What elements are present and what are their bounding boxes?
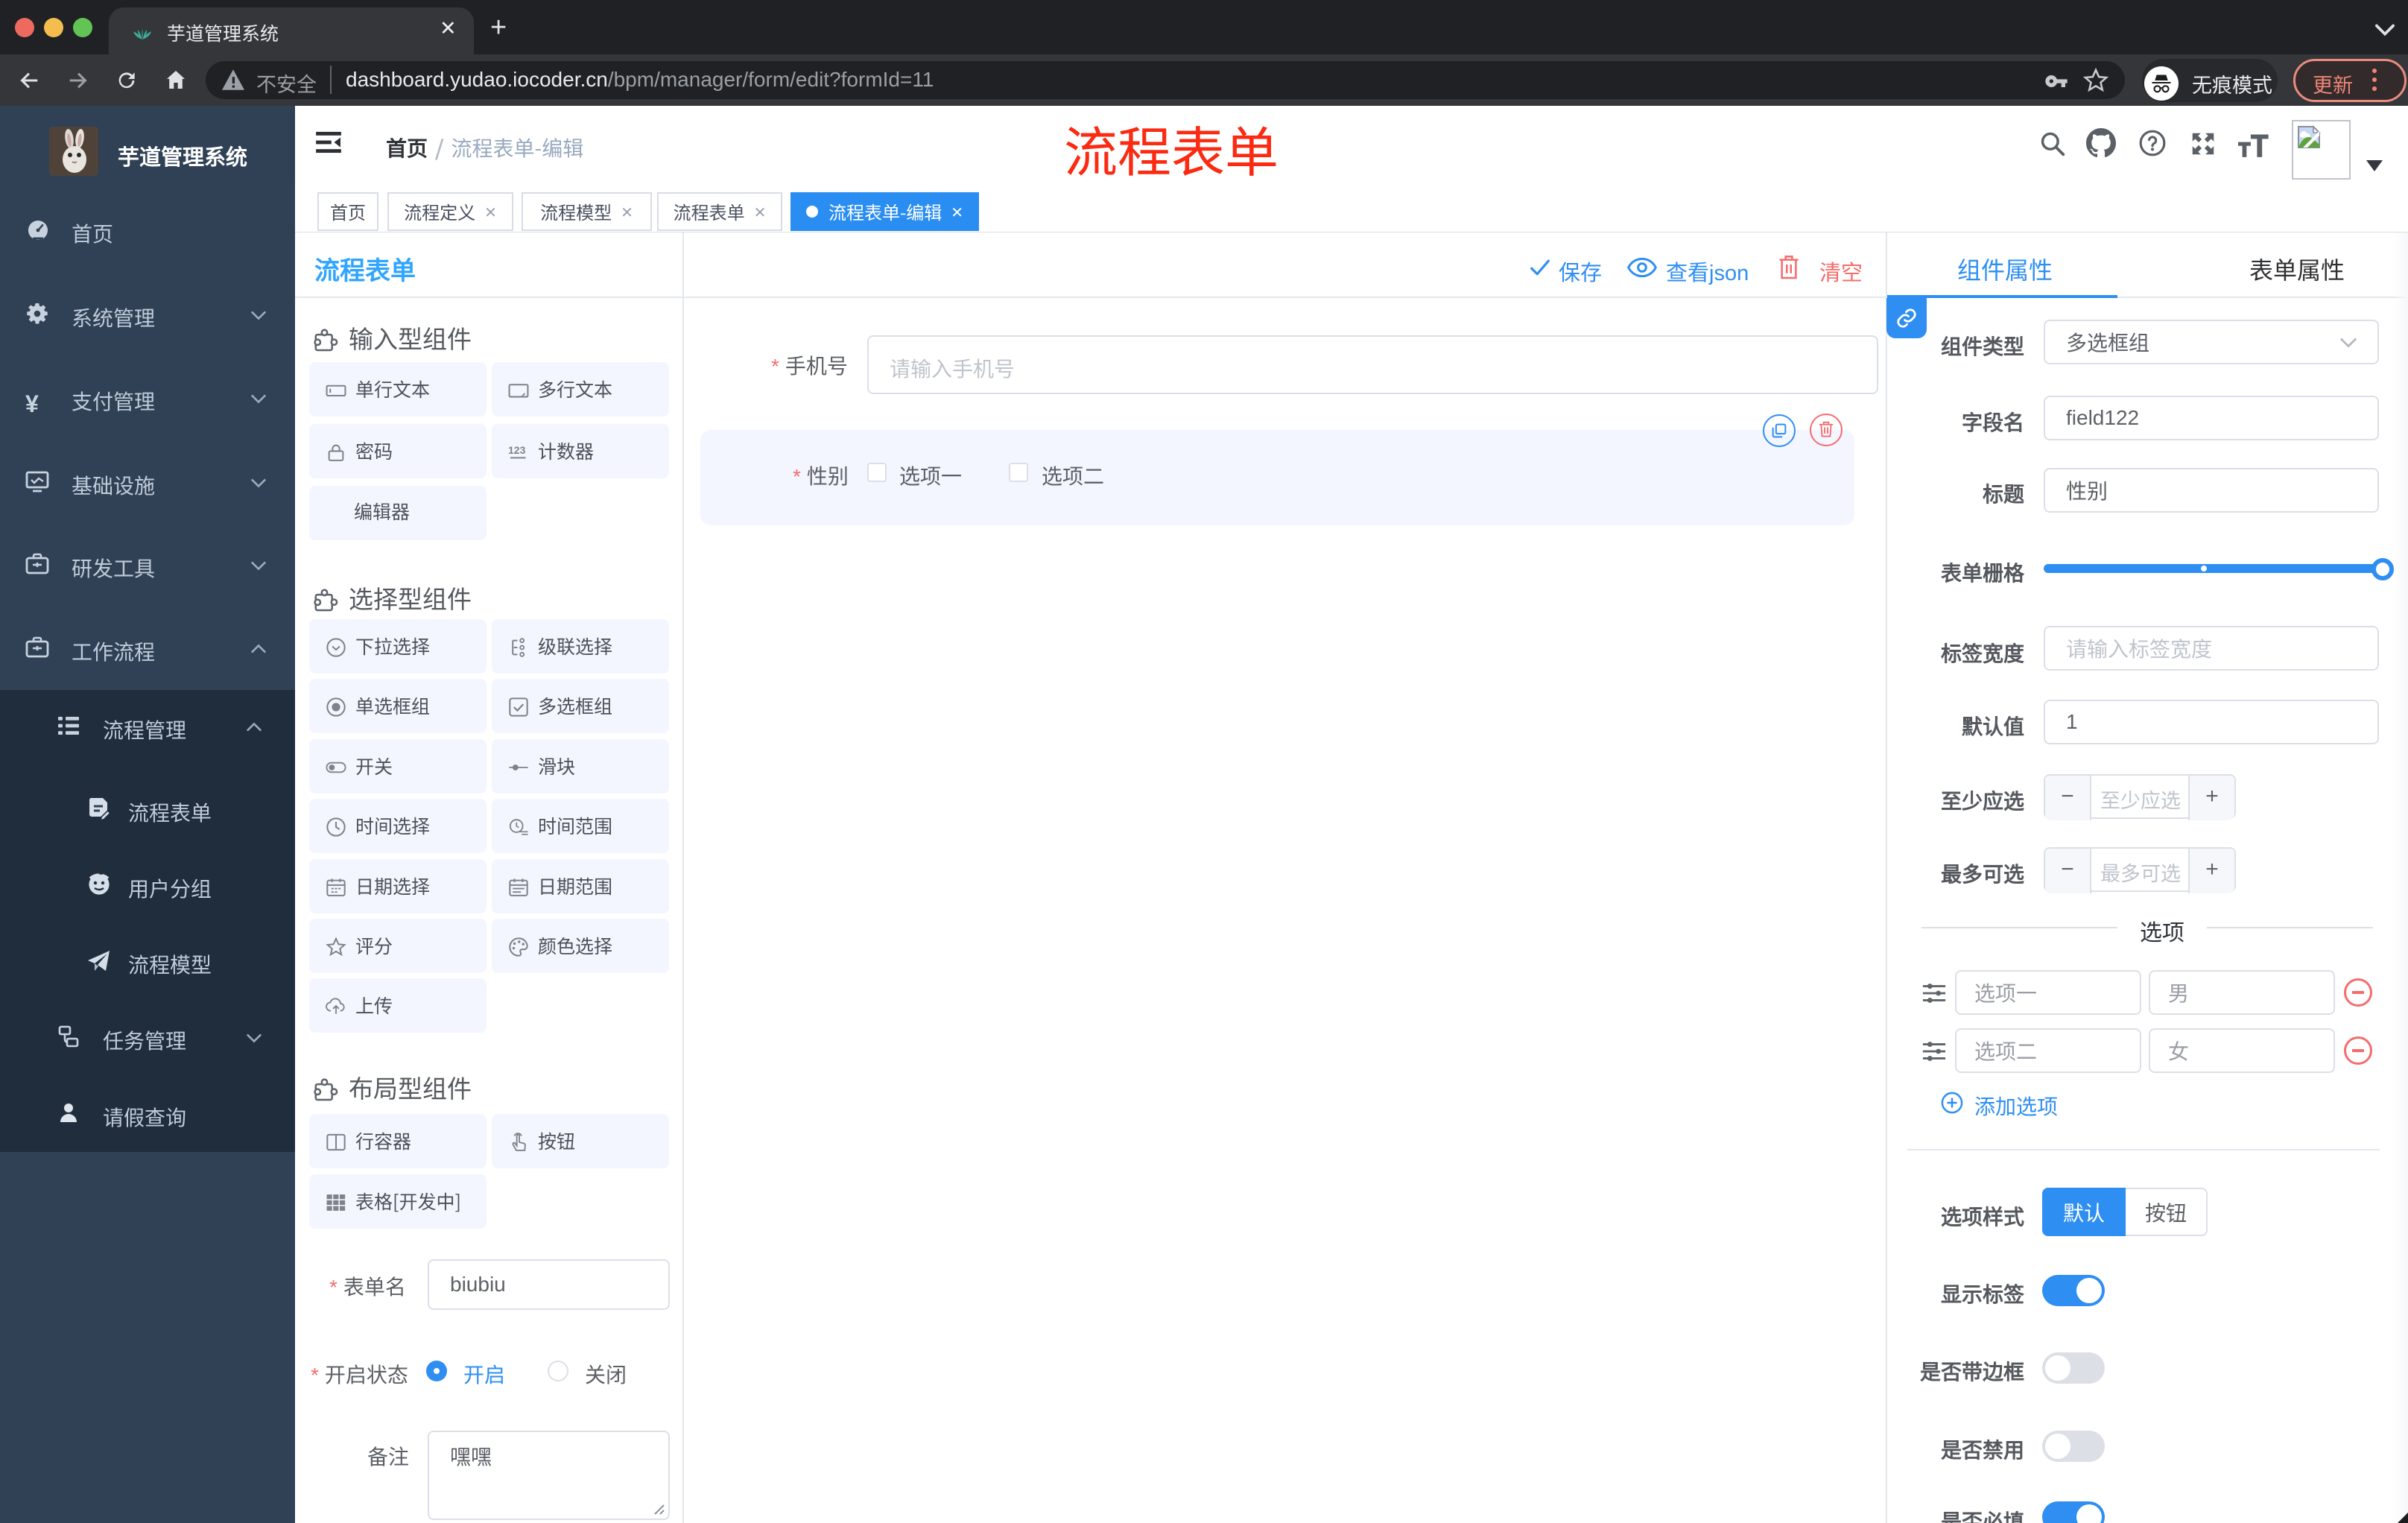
svg-text:123: 123 (508, 444, 526, 456)
